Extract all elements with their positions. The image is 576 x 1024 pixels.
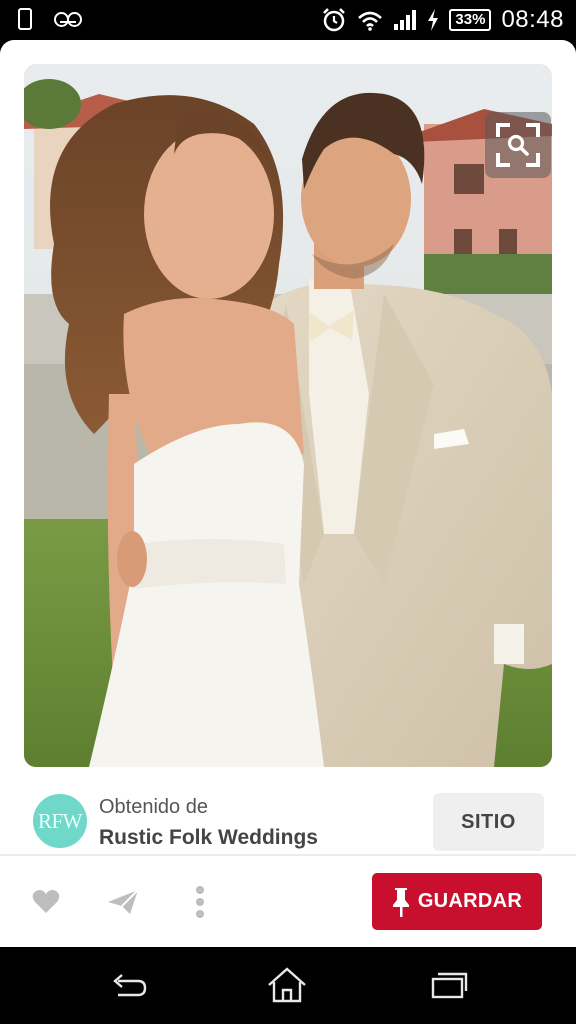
back-button[interactable] [106,965,150,1005]
home-icon [268,967,306,1003]
phone-icon [18,8,32,30]
recent-apps-button[interactable] [426,965,470,1005]
charging-icon [428,9,439,31]
photo-icon [24,64,552,767]
back-icon [113,974,147,997]
save-button[interactable]: GUARDAR [372,873,542,930]
wifi-icon [358,11,383,31]
status-left [18,8,82,30]
source-name[interactable]: Rustic Folk Weddings [99,826,318,850]
clock: 08:48 [501,6,564,33]
pin-card: RFW Obtenido de Rustic Folk Weddings SIT… [0,40,576,947]
send-icon [108,889,139,914]
status-bar: 33% 08:48 [0,0,576,40]
pin-image[interactable] [24,64,552,767]
voicemail-icon [54,12,82,27]
visual-search-button[interactable] [485,112,551,178]
save-label: GUARDAR [417,890,523,912]
pushpin-icon [392,887,409,917]
site-button[interactable]: SITIO [433,793,544,851]
action-row: GUARDAR [0,856,576,947]
signal-icon [394,10,417,30]
recent-apps-icon [431,972,468,999]
visual-search-icon [496,123,540,167]
battery-icon: 33% [449,9,492,31]
status-right: 33% 08:48 [321,6,564,34]
alarm-icon [323,8,346,32]
like-button[interactable] [28,884,64,920]
more-vertical-icon [196,886,204,918]
navigation-bar [0,947,576,1024]
send-button[interactable] [105,884,141,920]
more-button[interactable] [182,884,218,920]
home-button[interactable] [265,965,309,1005]
heart-icon [32,890,60,913]
source-row: RFW Obtenido de Rustic Folk Weddings SIT… [0,789,576,855]
source-avatar[interactable]: RFW [33,794,87,848]
source-label: Obtenido de [99,796,208,818]
